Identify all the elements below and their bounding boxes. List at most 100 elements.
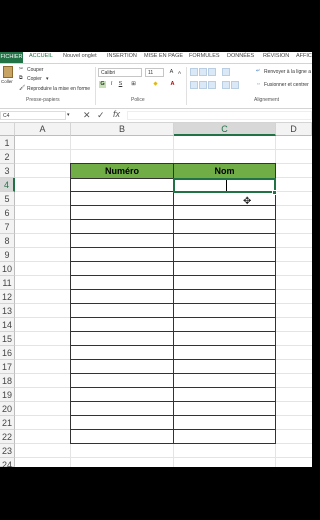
cancel-icon[interactable]: ✕ [83, 110, 91, 121]
table-header-nom[interactable]: Nom [173, 163, 276, 179]
underline-button[interactable]: S [117, 81, 124, 88]
table-cell-numero[interactable] [71, 318, 174, 332]
table-cell-numero[interactable] [71, 304, 174, 318]
table-cell-numero[interactable] [71, 430, 174, 444]
table-cell-numero[interactable] [71, 332, 174, 346]
table-cell-numero[interactable] [71, 416, 174, 430]
table-cell-nom[interactable] [174, 318, 276, 332]
table-cell-nom[interactable] [174, 346, 276, 360]
active-cell[interactable] [173, 178, 276, 193]
align-middle-icon[interactable] [199, 68, 207, 76]
table-cell-nom[interactable] [174, 276, 276, 290]
row-header[interactable]: 15 [0, 332, 15, 346]
table-cell-numero[interactable] [71, 290, 174, 304]
row-header[interactable]: 14 [0, 318, 15, 332]
table-cell-nom[interactable] [174, 374, 276, 388]
row-header[interactable]: 5 [0, 192, 15, 206]
row-header[interactable]: 19 [0, 388, 15, 402]
paste-button[interactable]: Coller [1, 66, 15, 88]
row-header[interactable]: 13 [0, 304, 15, 318]
row-header[interactable]: 8 [0, 234, 15, 248]
font-size-select[interactable]: 11 [145, 68, 164, 77]
table-cell-numero[interactable] [71, 276, 174, 290]
table-cell-nom[interactable] [174, 192, 276, 206]
row-header[interactable]: 16 [0, 346, 15, 360]
italic-button[interactable]: I [108, 81, 115, 88]
column-header-a[interactable]: A [15, 123, 71, 136]
table-cell-nom[interactable] [174, 416, 276, 430]
tab-data[interactable]: DONNÉES [227, 53, 254, 59]
orientation-icon[interactable] [222, 68, 230, 76]
name-box[interactable]: C4 [0, 111, 66, 120]
row-header[interactable]: 12 [0, 290, 15, 304]
row-header[interactable]: 10 [0, 262, 15, 276]
bold-button[interactable]: G [99, 81, 106, 88]
table-cell-numero[interactable] [71, 374, 174, 388]
increase-indent-icon[interactable] [231, 81, 239, 89]
column-header-c[interactable]: C [174, 123, 276, 136]
tab-file[interactable]: FICHIER [0, 52, 23, 63]
select-all-corner[interactable] [0, 123, 15, 136]
borders-icon[interactable]: ⊞ [130, 81, 137, 88]
name-box-chevron-icon[interactable]: ▾ [67, 112, 70, 118]
table-cell-nom[interactable] [174, 430, 276, 444]
align-bottom-icon[interactable] [208, 68, 216, 76]
align-left-icon[interactable] [190, 81, 198, 89]
table-cell-nom[interactable] [174, 206, 276, 220]
tab-review[interactable]: RÉVISION [263, 53, 289, 59]
function-icon[interactable]: fx [113, 109, 120, 119]
font-name-select[interactable]: Calibri [98, 68, 142, 77]
table-cell-numero[interactable] [71, 346, 174, 360]
row-header[interactable]: 11 [0, 276, 15, 290]
row-header[interactable]: 9 [0, 248, 15, 262]
align-top-icon[interactable] [190, 68, 198, 76]
fill-color-icon[interactable]: ◆ [152, 81, 159, 88]
table-cell-numero[interactable] [71, 206, 174, 220]
tab-view[interactable]: AFFIC [296, 53, 312, 59]
row-header[interactable]: 6 [0, 206, 15, 220]
table-cell-nom[interactable] [174, 220, 276, 234]
tab-formulas[interactable]: FORMULES [189, 53, 220, 59]
row-header[interactable]: 23 [0, 444, 15, 458]
row-header[interactable]: 18 [0, 374, 15, 388]
row-header[interactable]: 1 [0, 136, 15, 150]
table-cell-nom[interactable] [174, 262, 276, 276]
table-cell-nom[interactable] [174, 234, 276, 248]
worksheet[interactable]: A B C D 1 2 3 4 5 6 7 8 9 10 11 12 13 14… [0, 123, 312, 467]
table-cell-nom[interactable] [174, 290, 276, 304]
tab-home[interactable]: ACCUEIL [29, 53, 53, 59]
table-cell-nom[interactable] [174, 332, 276, 346]
align-center-icon[interactable] [199, 81, 207, 89]
shrink-font-icon[interactable]: A [176, 69, 183, 76]
align-right-icon[interactable] [208, 81, 216, 89]
row-header[interactable]: 21 [0, 416, 15, 430]
row-header-selected[interactable]: 4 [0, 178, 15, 192]
decrease-indent-icon[interactable] [222, 81, 230, 89]
row-header[interactable]: 17 [0, 360, 15, 374]
row-header[interactable]: 3 [0, 164, 15, 178]
table-cell-nom[interactable] [174, 402, 276, 416]
table-cell-numero[interactable] [71, 178, 174, 192]
table-cell-numero[interactable] [71, 360, 174, 374]
table-cell-numero[interactable] [71, 248, 174, 262]
enter-icon[interactable]: ✓ [97, 110, 105, 121]
tab-page-layout[interactable]: MISE EN PAGE [144, 53, 183, 59]
row-header[interactable]: 20 [0, 402, 15, 416]
column-header-d[interactable]: D [276, 123, 312, 136]
row-header[interactable]: 22 [0, 430, 15, 444]
table-header-numero[interactable]: Numéro [70, 163, 174, 179]
table-cell-numero[interactable] [71, 388, 174, 402]
grow-font-icon[interactable]: A [168, 69, 175, 76]
column-header-b[interactable]: B [71, 123, 174, 136]
chevron-down-icon[interactable]: ▾ [46, 76, 49, 82]
table-cell-nom[interactable] [174, 388, 276, 402]
table-cell-numero[interactable] [71, 192, 174, 206]
table-cell-nom[interactable] [174, 360, 276, 374]
row-header[interactable]: 7 [0, 220, 15, 234]
font-color-icon[interactable]: A [169, 81, 176, 88]
tab-insert[interactable]: INSERTION [107, 53, 137, 59]
row-header[interactable]: 24 [0, 458, 15, 467]
row-header[interactable]: 2 [0, 150, 15, 164]
tab-new[interactable]: Nouvel onglet [63, 53, 97, 59]
fill-handle[interactable] [272, 190, 277, 195]
